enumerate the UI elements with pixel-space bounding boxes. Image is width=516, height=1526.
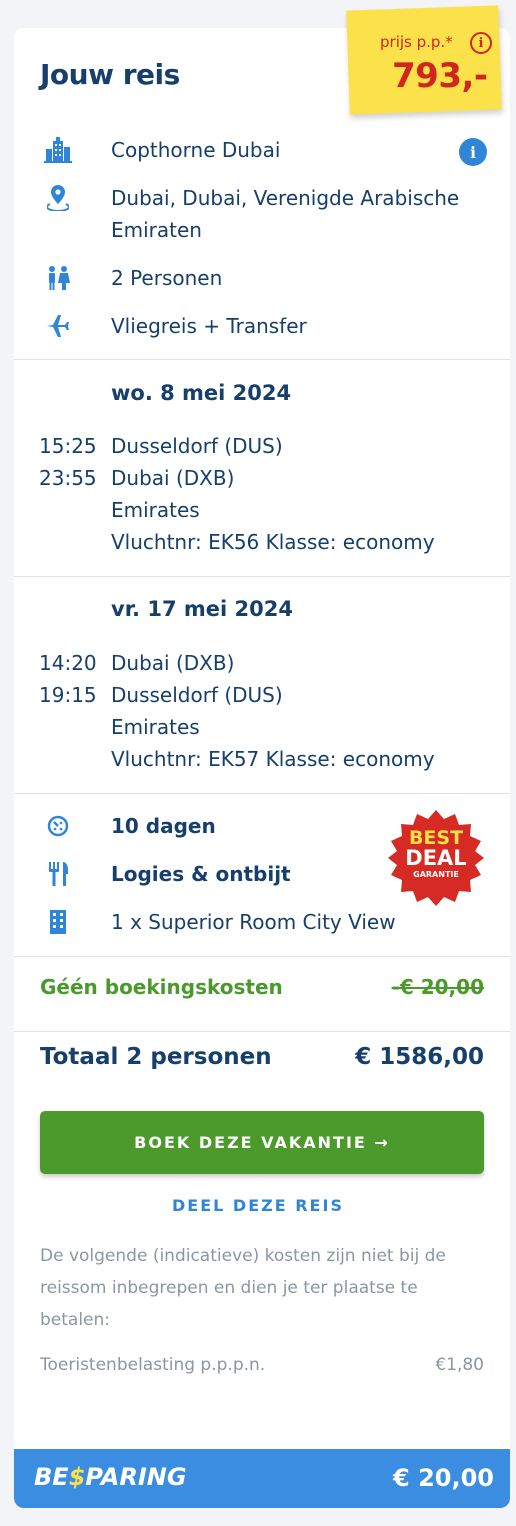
page-title: Jouw reis (40, 58, 180, 91)
persons-icon (44, 264, 72, 292)
return-date: vr. 17 mei 2024 (111, 597, 293, 621)
location-line-1: Dubai, Dubai, Verenigde Arabische (111, 186, 460, 210)
best-deal-badge-text: BEST DEAL GARANTIE (388, 829, 484, 879)
return-arrival-time: 19:15 (39, 683, 97, 707)
outbound-departure-airport: Dusseldorf (DUS) (111, 434, 283, 458)
divider (14, 1031, 510, 1032)
outbound-departure-time: 15:25 (39, 434, 97, 458)
tourist-tax-label: Toeristenbelasting p.p.p.n. (40, 1355, 266, 1375)
divider (14, 576, 510, 577)
price-per-person: 793,- (392, 56, 488, 96)
room-type: 1 x Superior Room City View (111, 910, 396, 934)
extra-costs-note: De volgende (indicatieve) kosten zijn ni… (40, 1246, 446, 1330)
location-pin-icon (44, 184, 72, 212)
return-arrival-airport: Dusseldorf (DUS) (111, 683, 283, 707)
badge-line-3: GARANTIE (413, 870, 459, 879)
persons-count: 2 Personen (111, 266, 223, 290)
return-departure-airport: Dubai (DXB) (111, 651, 235, 675)
cutlery-icon (44, 860, 72, 888)
total-value: € 1586,00 (355, 1044, 484, 1070)
badge-line-2: DEAL (405, 846, 467, 870)
divider (14, 793, 510, 794)
booking-costs-label: Géén boekingskosten (40, 975, 283, 999)
divider (14, 359, 510, 360)
divider (14, 956, 510, 957)
board-type: Logies & ontbijt (111, 862, 291, 886)
price-label: prijs p.p.* (380, 33, 453, 51)
tourist-tax-value: €1,80 (435, 1355, 484, 1375)
savings-bar: BE$PARING € 20,00 (14, 1449, 510, 1508)
total-label: Totaal 2 personen (40, 1044, 272, 1070)
hotel-icon (44, 136, 72, 164)
stay-duration: 10 dagen (111, 814, 216, 838)
outbound-date: wo. 8 mei 2024 (111, 381, 292, 405)
plane-icon (44, 312, 72, 340)
hotel-info-icon[interactable]: i (459, 138, 487, 166)
share-trip-link[interactable]: DEEL DEZE REIS (0, 1196, 516, 1215)
outbound-arrival-time: 23:55 (39, 466, 97, 490)
building-icon (44, 908, 72, 936)
return-departure-time: 14:20 (39, 651, 97, 675)
outbound-airline: Emirates (111, 498, 200, 522)
location-line-2: Emiraten (111, 218, 202, 242)
travel-type: Vliegreis + Transfer (111, 314, 307, 338)
booking-costs-old: -€ 20,00 (391, 975, 484, 999)
duration-timer-icon (44, 812, 72, 840)
book-vacation-button[interactable]: BOEK DEZE VAKANTIE → (40, 1111, 484, 1174)
return-airline: Emirates (111, 715, 200, 739)
hotel-name[interactable]: Copthorne Dubai (111, 134, 280, 166)
price-info-icon[interactable]: i (470, 32, 492, 54)
return-flight-info: Vluchtnr: EK57 Klasse: economy (111, 747, 435, 771)
besparing-logo: BE$PARING (34, 1463, 187, 1491)
savings-value: € 20,00 (393, 1464, 494, 1492)
outbound-flight-info: Vluchtnr: EK56 Klasse: economy (111, 530, 435, 554)
outbound-arrival-airport: Dubai (DXB) (111, 466, 235, 490)
